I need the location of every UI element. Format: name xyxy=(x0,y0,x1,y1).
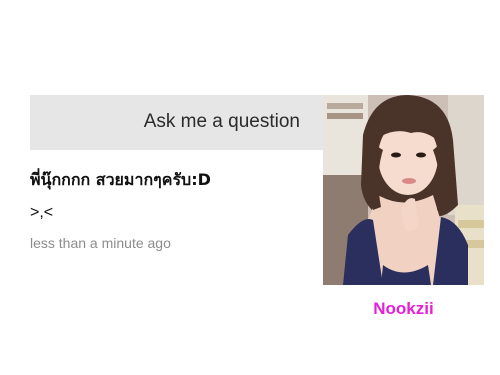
question-text: พี่นุ๊กกกก สวยมากๆครับ:D xyxy=(30,170,211,189)
ask-question-title[interactable]: Ask me a question xyxy=(144,111,300,133)
profile-photo-illustration xyxy=(323,95,484,285)
ask-question-header[interactable]: Ask me a question xyxy=(30,95,325,150)
profile-photo[interactable] xyxy=(323,95,484,285)
profile-username[interactable]: Nookzii xyxy=(323,299,484,319)
answer-text: >,< xyxy=(30,204,54,221)
answer-timestamp: less than a minute ago xyxy=(30,235,171,251)
